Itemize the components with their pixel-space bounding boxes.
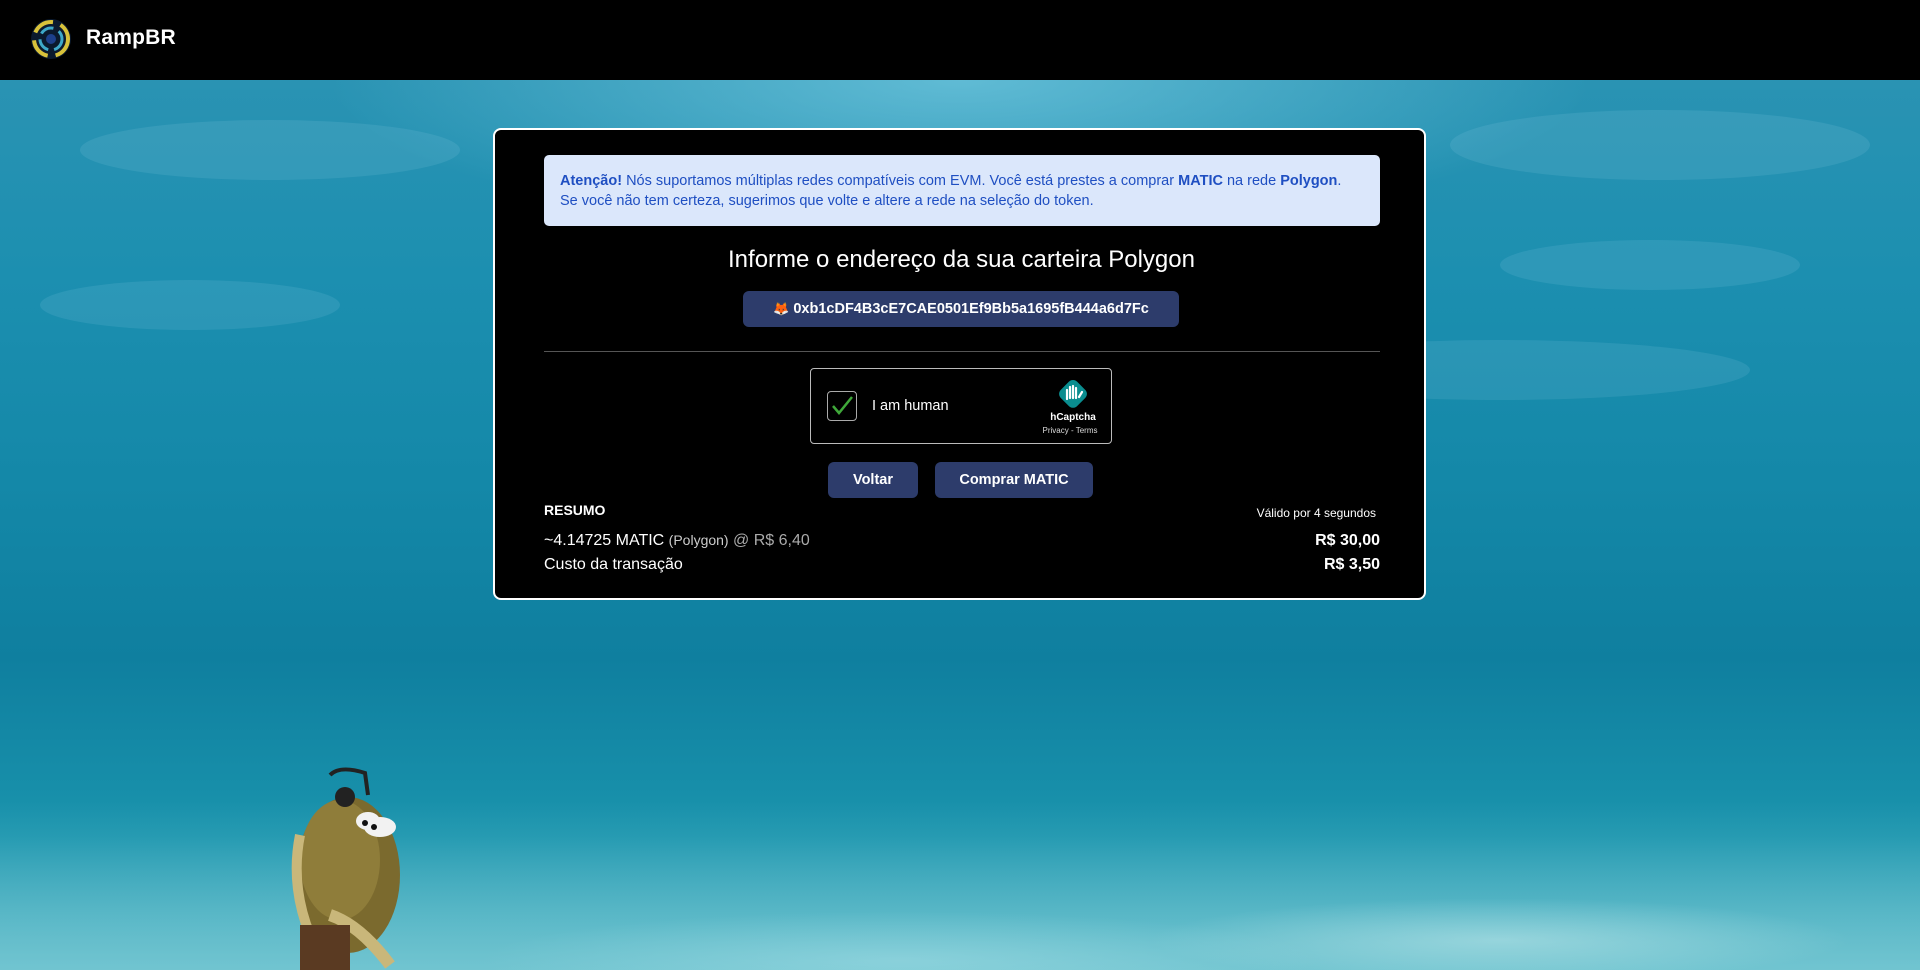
page-title: Informe o endereço da sua carteira Polyg…: [728, 246, 1195, 273]
summary-fee-row: Custo da transação R$ 3,50: [544, 556, 1380, 574]
summary-amount-value: R$ 30,00: [1315, 532, 1380, 549]
back-button[interactable]: Voltar: [828, 462, 918, 498]
metamask-fox-icon: 🦊: [773, 301, 790, 316]
wallet-address-text: 0xb1cDF4B3cE7CAE0501Ef9Bb5a1695fB444a6d7…: [793, 301, 1149, 317]
alert-network: Polygon: [1280, 173, 1338, 189]
buy-matic-button[interactable]: Comprar MATIC: [935, 462, 1093, 498]
rampbr-logo-icon[interactable]: [30, 18, 72, 60]
summary-fee-value: R$ 3,50: [1323, 556, 1380, 573]
alert-line-2: Se você não tem certeza, sugerimos que v…: [560, 193, 1094, 209]
brand-name[interactable]: RampBR: [86, 26, 176, 50]
summary-rate: @ R$ 6,40: [733, 532, 810, 549]
wallet-address-button[interactable]: 🦊 0xb1cDF4B3cE7CAE0501Ef9Bb5a1695fB444a6…: [743, 291, 1179, 327]
summary-amount-row: ~4.14725 MATIC (Polygon) @ R$ 6,40 R$ 30…: [544, 532, 1380, 550]
network-warning-alert: Atenção! Nós suportamos múltiplas redes …: [544, 155, 1380, 226]
divider: [544, 351, 1380, 352]
validity-timer: Válido por 4 segundos: [1256, 506, 1376, 520]
hcaptcha-logo-icon[interactable]: [1056, 377, 1090, 411]
hcaptcha-links[interactable]: Privacy - Terms: [1035, 426, 1105, 435]
alert-text-2: na rede: [1222, 173, 1281, 189]
fish-character-image: [291, 767, 400, 970]
top-header: RampBR: [0, 0, 1920, 80]
summary-network: (Polygon): [668, 532, 729, 548]
summary-title: RESUMO: [544, 502, 606, 518]
purchase-card: Atenção! Nós suportamos múltiplas redes …: [493, 128, 1426, 600]
alert-text-1: Nós suportamos múltiplas redes compatíve…: [622, 173, 1179, 189]
alert-text-3: .: [1337, 173, 1342, 189]
summary-fee-label: Custo da transação: [544, 556, 683, 573]
captcha-checkbox[interactable]: [827, 391, 857, 421]
captcha-label: I am human: [872, 398, 949, 414]
checkmark-icon: [832, 396, 853, 415]
summary-amount: ~4.14725 MATIC: [544, 532, 665, 549]
alert-strong-prefix: Atenção!: [560, 173, 623, 189]
hcaptcha-widget: I am human hCaptcha Privacy - Terms: [810, 368, 1112, 444]
alert-token: MATIC: [1178, 173, 1223, 189]
hcaptcha-brand: hCaptcha: [1050, 412, 1096, 423]
